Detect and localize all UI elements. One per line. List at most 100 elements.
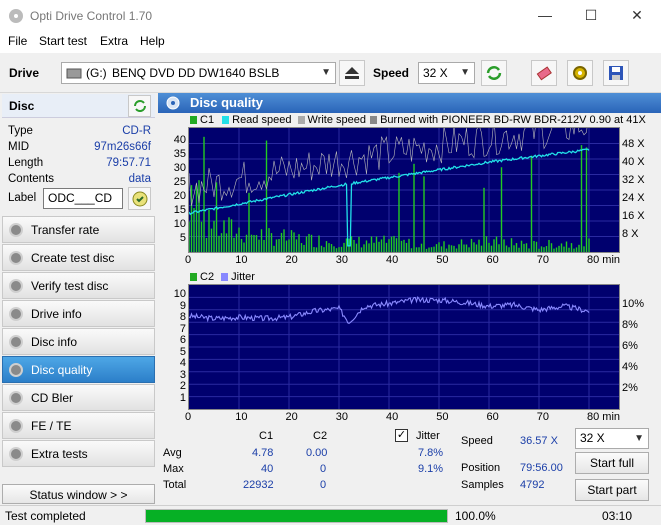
label-label: Label [8,192,37,204]
save-icon [609,66,623,80]
start-part-button[interactable]: Start part [575,479,649,501]
chart2-legend: C2 Jitter [190,271,255,283]
jitter-checkbox[interactable]: ✓ [395,429,408,442]
nav-verify-test-disc[interactable]: Verify test disc [2,272,155,299]
c2-y-tick: 5 [179,345,186,358]
save-button[interactable] [603,60,629,86]
gear-icon [573,66,587,80]
nav-disc-info[interactable]: Disc info [2,328,155,355]
c2-y-tick: 1 [179,391,186,404]
disc-icon [9,363,23,377]
speed-select[interactable]: 32 X ▼ [418,62,475,84]
title-bar: Opti Drive Control 1.70 — ☐ ✕ [0,0,661,31]
refresh-button[interactable] [481,60,507,86]
legend-read-speed: Read speed [232,114,292,126]
progress-text: 100.0% [455,509,496,523]
nav-fe-te[interactable]: FE / TE [2,412,155,439]
disc-icon [9,223,23,237]
chart1-legend: C1 Read speed Write speed Burned with PI… [190,114,646,126]
minimize-button[interactable]: — [522,0,568,31]
read-legend-swatch [222,116,230,125]
label-apply-button[interactable] [128,187,151,210]
c2-chart-plot [188,284,620,410]
elapsed-time: 03:10 [602,509,633,523]
settings-button[interactable] [567,60,593,86]
progress-bar [145,509,448,523]
c2-x-tick: 30 [335,411,348,423]
write-legend-swatch [297,116,305,125]
drive-icon [66,68,82,79]
disc-icon [9,279,23,293]
menu-help[interactable]: Help [140,34,165,48]
c1-y-tick: 35 [173,148,186,160]
c1-y2-tick: 8 X [622,228,639,240]
test-speed-select[interactable]: 32 X ▼ [575,428,649,449]
nav-create-test-disc[interactable]: Create test disc [2,244,155,271]
c2-y-tick: 8 [179,311,186,324]
c2-y-tick: 2 [179,380,186,393]
disc-icon [9,419,23,433]
label-value: ODC___CD [48,191,113,205]
stats-panel: C1 C2 Avg 4.78 0.00 Max 40 0 Total 22932… [158,424,661,504]
maximize-button[interactable]: ☐ [568,0,614,31]
nav-cd-bler[interactable]: CD Bler [2,384,155,411]
jitter-max: 9.1% [418,463,444,475]
nav-label: Disc quality [31,363,93,377]
chevron-down-icon: ▼ [460,67,470,78]
start-full-button[interactable]: Start full [575,452,649,474]
speed-stat-value: 36.57 X [520,435,558,447]
c1-legend-swatch [190,116,197,125]
jitter-avg: 7.8% [418,447,444,459]
status-window-button[interactable]: Status window > > [2,484,155,504]
menu-file[interactable]: File [8,34,27,48]
jitter-label: Jitter [416,430,440,442]
refresh-icon [486,66,502,80]
nav-transfer-rate[interactable]: Transfer rate [2,216,155,243]
drive-select[interactable]: (G:) BENQ DVD DD DW1640 BSLB ▼ [61,62,336,84]
drive-label: Drive [9,66,40,80]
c2-x-tick: 20 [285,411,298,423]
toolbar: Drive (G:) BENQ DVD DD DW1640 BSLB ▼ Spe… [0,53,661,93]
close-button[interactable]: ✕ [614,0,660,31]
position-value: 79:56.00 [520,462,563,474]
max-c1: 40 [261,463,274,475]
disc-icon [9,335,23,349]
menu-start-test[interactable]: Start test [39,34,87,48]
eject-button[interactable] [339,60,365,86]
menu-extra[interactable]: Extra [100,34,128,48]
length-value: 79:57.71 [106,157,151,169]
c2-y2-tick: 10% [622,298,645,310]
c2-y2-tick: 8% [622,319,638,331]
mid-value: 97m26s66f [94,141,151,153]
c2-x-tick: 40 [386,411,399,423]
disc-refresh-button[interactable] [128,95,151,117]
test-speed-value: 32 X [580,431,605,445]
nav-disc-quality[interactable]: Disc quality [2,356,155,383]
c1-y2-tick: 16 X [622,210,645,222]
burned-legend-swatch [370,116,378,125]
c1-chart-plot [188,109,620,253]
c2-y-tick: 3 [179,368,186,381]
c1-chart-svg [188,109,619,252]
type-label: Type [8,125,33,137]
legend-jitter: Jitter [231,271,255,283]
c2-x-tick: 60 [486,411,499,423]
nav-drive-info[interactable]: Drive info [2,300,155,327]
disc-icon [9,391,23,405]
nav-extra-tests[interactable]: Extra tests [2,440,155,467]
c2-x-tick: 50 [436,411,449,423]
c2-y-tick: 9 [179,299,186,312]
c1-y2-tick: 40 X [622,156,645,168]
status-bar: Test completed 100.0% 03:10 [0,505,661,525]
c2-chart-svg [188,285,619,409]
disc-icon [9,251,23,265]
legend-burned: Burned with PIONEER BD-RW BDR-212V 0.90 … [380,114,646,126]
c2-x-tick: 10 [235,411,248,423]
c2-y2-tick: 6% [622,340,638,352]
c1-x-tick: 30 [335,254,348,266]
erase-button[interactable] [531,60,557,86]
menu-bar: File Start test Extra Help [0,31,661,53]
main-title: Disc quality [190,95,263,110]
label-field[interactable]: ODC___CD [43,188,123,209]
c1-x-tick: 10 [235,254,248,266]
